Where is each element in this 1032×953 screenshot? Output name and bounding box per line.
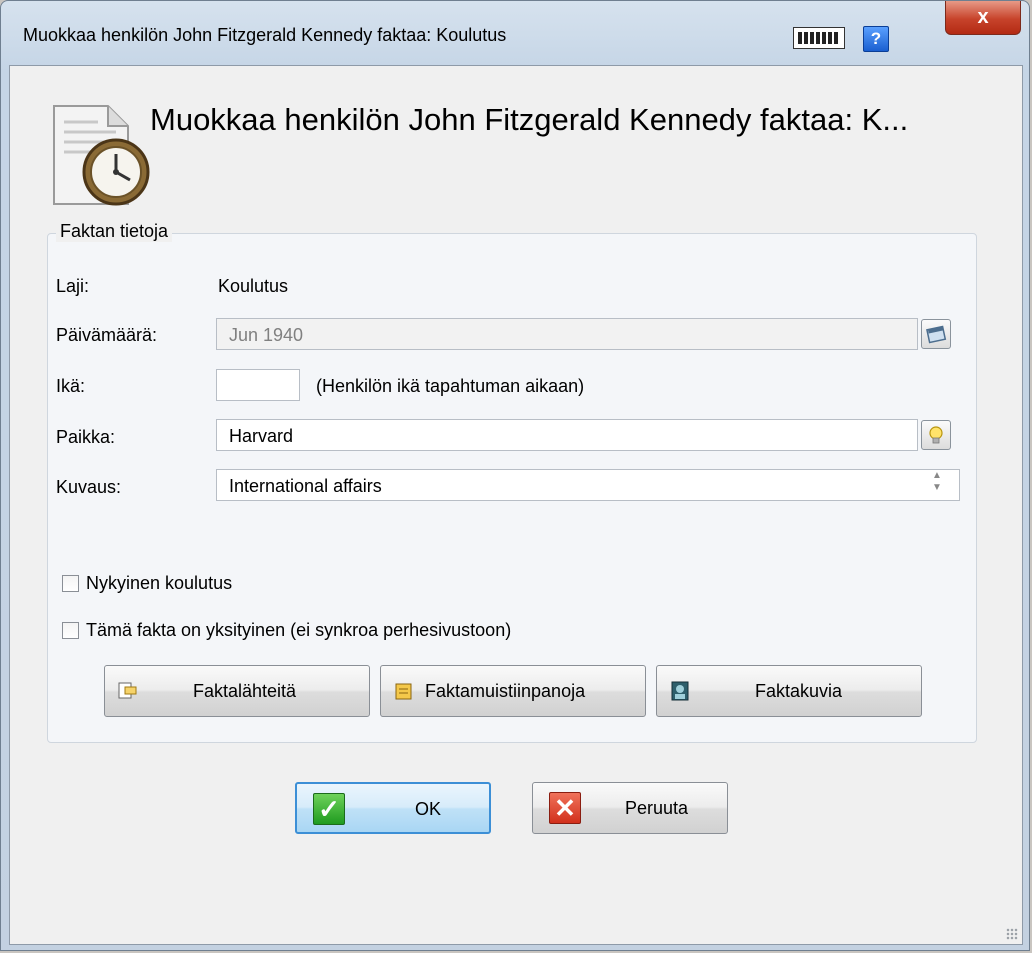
ok-button[interactable]: ✓ OK xyxy=(295,782,491,834)
fact-pictures-button[interactable]: Faktakuvia xyxy=(656,665,922,717)
place-field[interactable]: Harvard xyxy=(216,419,918,451)
page-title: Muokkaa henkilön John Fitzgerald Kennedy… xyxy=(150,102,909,137)
date-label: Päivämäärä: xyxy=(56,325,158,345)
group-legend: Faktan tietoja xyxy=(56,221,173,242)
cancel-button[interactable]: ✕ Peruuta xyxy=(532,782,728,834)
type-label: Laji: xyxy=(56,276,90,296)
current-education-checkbox[interactable] xyxy=(62,575,79,592)
fact-pictures-label: Faktakuvia xyxy=(755,681,843,701)
resize-grip-icon[interactable] xyxy=(1006,928,1018,940)
current-education-label: Nykyinen koulutus xyxy=(86,573,233,593)
checkmark-icon: ✓ xyxy=(313,793,345,825)
cancel-label: Peruuta xyxy=(625,798,689,818)
fact-details-group: Faktan tietoja Laji: Koulutus Päivämäärä… xyxy=(47,221,977,743)
title-bar: Muokkaa henkilön John Fitzgerald Kennedy… xyxy=(1,1,1029,65)
date-field[interactable]: Jun 1940 xyxy=(216,318,918,350)
description-field[interactable]: International affairs xyxy=(216,469,960,501)
fact-sources-button[interactable]: Faktalähteitä xyxy=(104,665,370,717)
ok-label: OK xyxy=(415,799,442,819)
age-hint: (Henkilön ikä tapahtuman aikaan) xyxy=(316,376,585,396)
age-label: Ikä: xyxy=(56,376,86,396)
fact-notes-button[interactable]: Faktamuistiinpanoja xyxy=(380,665,646,717)
close-button[interactable]: x xyxy=(945,1,1021,35)
dialog-body: Muokkaa henkilön John Fitzgerald Kennedy… xyxy=(9,65,1023,945)
fact-sources-label: Faktalähteitä xyxy=(193,681,297,701)
keyboard-icon[interactable] xyxy=(793,27,845,49)
portrait-icon xyxy=(671,681,689,701)
age-field[interactable] xyxy=(216,369,300,401)
description-label: Kuvaus: xyxy=(56,477,122,497)
window-title: Muokkaa henkilön John Fitzgerald Kennedy… xyxy=(23,25,507,45)
sources-icon xyxy=(118,682,137,699)
fact-notes-label: Faktamuistiinpanoja xyxy=(425,681,586,701)
document-clock-icon xyxy=(53,105,150,206)
lightbulb-icon xyxy=(929,426,943,444)
private-fact-label: Tämä fakta on yksityinen (ei synkroa per… xyxy=(86,620,512,640)
calendar-button[interactable] xyxy=(921,319,951,349)
type-value: Koulutus xyxy=(218,276,289,296)
cancel-x-icon: ✕ xyxy=(549,792,581,824)
notes-icon xyxy=(395,683,412,700)
place-label: Paikka: xyxy=(56,427,116,447)
calendar-icon xyxy=(926,325,947,344)
private-fact-checkbox[interactable] xyxy=(62,622,79,639)
place-suggest-button[interactable] xyxy=(921,420,951,450)
description-scroll-arrows[interactable]: ▲ ▼ xyxy=(928,470,946,500)
help-button[interactable]: ? xyxy=(863,26,889,52)
dialog-window: Muokkaa henkilön John Fitzgerald Kennedy… xyxy=(0,0,1030,951)
